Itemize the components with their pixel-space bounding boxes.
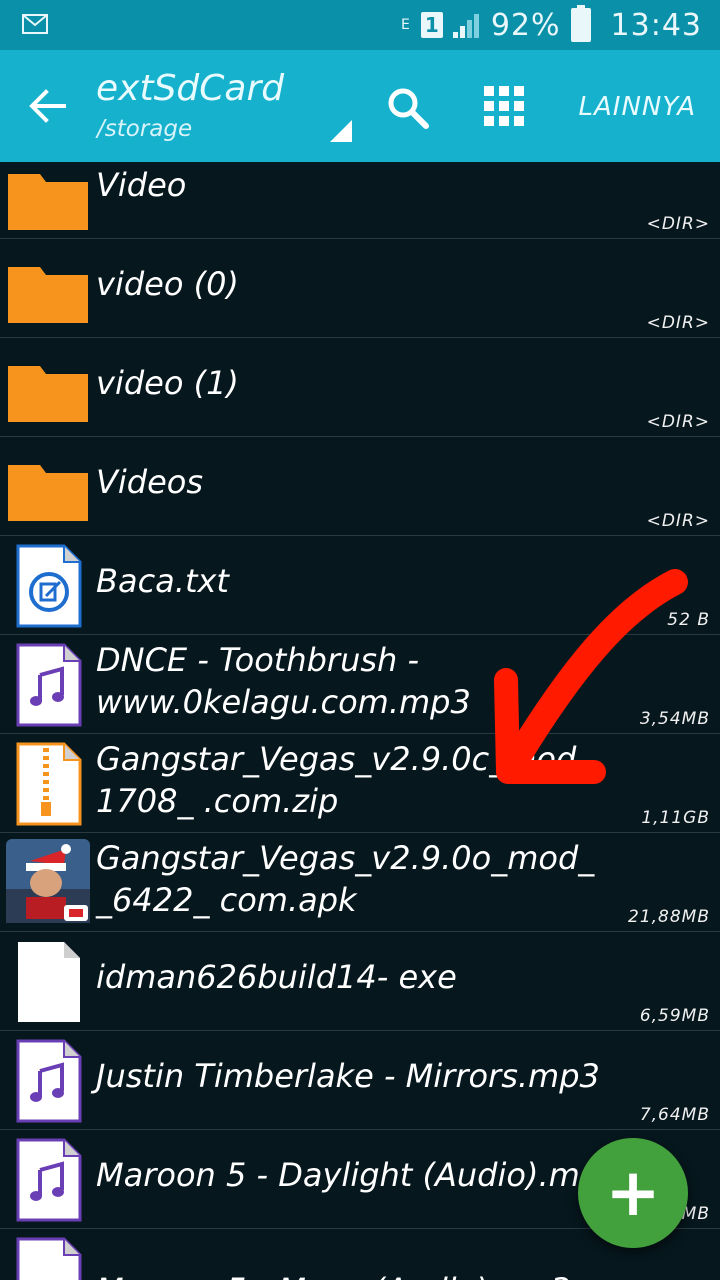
list-item[interactable]: Gangstar_Vegas_v2.9.0c_mod_ 1708_ .com.z… xyxy=(0,734,720,833)
file-meta: 7,64MB xyxy=(639,1105,710,1125)
audio-file-icon xyxy=(16,1138,82,1222)
audio-file-icon xyxy=(16,1039,82,1123)
file-name: video (0) xyxy=(96,265,239,303)
file-meta: 21,88MB xyxy=(628,907,710,927)
file-meta: 3,54MB xyxy=(639,709,710,729)
folder-icon xyxy=(8,267,88,323)
list-item[interactable]: video (1) <DIR> xyxy=(0,338,720,437)
file-meta: <DIR> xyxy=(646,511,710,531)
list-item[interactable]: Videos <DIR> xyxy=(0,437,720,536)
audio-file-icon xyxy=(16,643,82,727)
file-name: Justin Timberlake - Mirrors.mp3 xyxy=(96,1057,600,1095)
list-item[interactable]: idman626build14- exe 6,59MB xyxy=(0,932,720,1031)
sim-icon: 1 xyxy=(420,12,443,38)
generic-file-icon xyxy=(18,942,80,1022)
list-item[interactable]: Video <DIR> xyxy=(0,162,720,239)
file-name: Baca.txt xyxy=(96,562,229,600)
list-item[interactable]: video (0) <DIR> xyxy=(0,239,720,338)
list-item[interactable]: DNCE - Toothbrush - www.0kelagu.com.mp3 … xyxy=(0,635,720,734)
file-name: Gangstar_Vegas_v2.9.0c_mod_ 1708_ .com.z… xyxy=(96,740,593,820)
file-name: DNCE - Toothbrush - www.0kelagu.com.mp3 xyxy=(96,641,471,721)
location-title[interactable]: extSdCard xyxy=(96,68,284,109)
file-name: Maroon 5 - Maps (Audio).mp3 xyxy=(96,1269,700,1280)
plus-icon: + xyxy=(605,1154,661,1231)
add-fab-button[interactable]: + xyxy=(578,1138,688,1248)
folder-icon xyxy=(8,465,88,521)
zip-file-icon xyxy=(16,742,82,826)
app-toolbar: extSdCard /storage LAINNYA xyxy=(0,50,720,162)
clock: 13:43 xyxy=(610,7,702,43)
back-arrow-icon[interactable] xyxy=(28,86,68,126)
file-name: Videos xyxy=(96,463,204,501)
file-meta: <DIR> xyxy=(646,313,710,333)
folder-icon xyxy=(8,174,88,230)
file-name: Video xyxy=(96,166,187,204)
status-indicators: E 1 92% 13:43 xyxy=(400,5,702,44)
list-item[interactable]: Gangstar_Vegas_v2.9.0o_mod_ _6422_ com.a… xyxy=(0,833,720,932)
list-item[interactable]: Justin Timberlake - Mirrors.mp3 7,64MB xyxy=(0,1031,720,1130)
mail-notification-icon xyxy=(22,14,48,34)
file-name: video (1) xyxy=(96,364,239,402)
audio-file-icon xyxy=(16,1237,82,1280)
file-name: Gangstar_Vegas_v2.9.0o_mod_ _6422_ com.a… xyxy=(96,839,595,919)
folder-icon xyxy=(8,366,88,422)
battery-icon xyxy=(570,5,591,42)
file-meta: 52 B xyxy=(667,610,710,630)
file-meta: 1,11GB xyxy=(641,808,710,828)
file-meta: <DIR> xyxy=(646,412,710,432)
location-dropdown-icon[interactable] xyxy=(330,120,352,142)
location-path[interactable]: /storage xyxy=(97,116,192,142)
text-file-icon xyxy=(16,544,82,628)
status-bar: E 1 92% 13:43 xyxy=(0,0,720,50)
list-item[interactable]: Baca.txt 52 B xyxy=(0,536,720,635)
app-thumbnail-icon xyxy=(6,839,90,923)
file-list: Video <DIR> video (0) <DIR> video (1) <D… xyxy=(0,162,720,1280)
network-type: E xyxy=(400,17,411,33)
signal-icon xyxy=(452,14,479,38)
file-meta: <DIR> xyxy=(646,214,710,234)
more-options-button[interactable]: LAINNYA xyxy=(579,92,697,122)
grid-view-icon[interactable] xyxy=(484,86,524,126)
battery-percent: 92% xyxy=(490,7,561,43)
search-icon[interactable] xyxy=(386,86,430,130)
file-meta: 6,59MB xyxy=(639,1006,710,1026)
file-name: idman626build14- exe xyxy=(96,958,457,996)
